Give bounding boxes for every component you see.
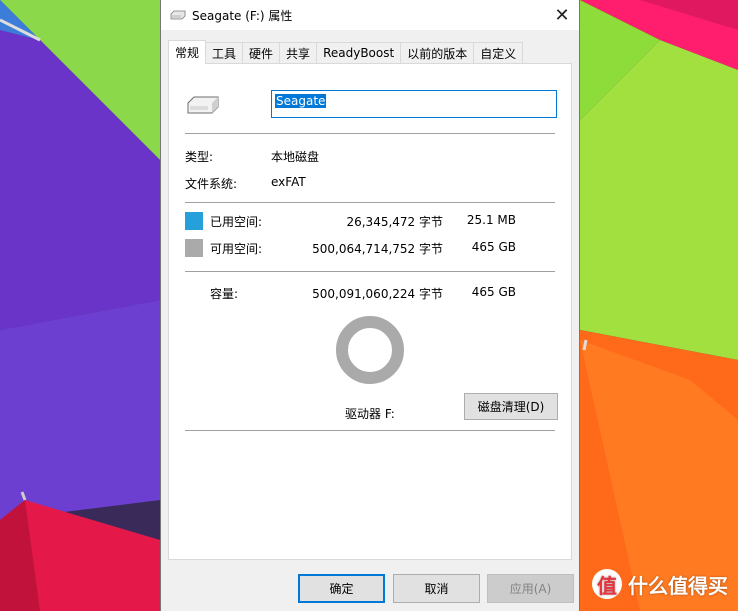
tab-general[interactable]: 常规: [168, 40, 207, 64]
tab-readyboost[interactable]: ReadyBoost: [316, 42, 402, 63]
watermark: 值 什么值得买: [592, 569, 728, 599]
used-space-size: 25.1 MB: [466, 213, 516, 227]
tab-strip: 常规 工具 硬件 共享 ReadyBoost 以前的版本 自定义: [168, 40, 524, 64]
filesystem-value: exFAT: [271, 175, 306, 189]
cancel-button[interactable]: 取消: [393, 574, 480, 603]
tab-customize[interactable]: 自定义: [473, 42, 524, 63]
tab-sharing[interactable]: 共享: [279, 42, 318, 63]
divider: [185, 271, 555, 272]
apply-button[interactable]: 应用(A): [487, 574, 574, 603]
drive-letter-label: 驱动器 F:: [345, 407, 395, 421]
volume-name-text: Seagate: [275, 94, 327, 108]
divider: [185, 430, 555, 431]
used-space-swatch: [185, 212, 203, 230]
divider: [185, 133, 555, 134]
disk-cleanup-button[interactable]: 磁盘清理(D): [464, 393, 558, 420]
general-tab-panel: Seagate 类型: 本地磁盘 文件系统: exFAT 已用空间: 26,34…: [168, 63, 572, 560]
watermark-text: 什么值得买: [628, 573, 728, 598]
free-space-swatch: [185, 239, 203, 257]
tab-previous-versions[interactable]: 以前的版本: [400, 42, 475, 63]
free-space-arc: [336, 316, 404, 384]
capacity-label: 容量:: [210, 287, 239, 301]
tab-hardware[interactable]: 硬件: [242, 42, 281, 63]
free-space-size: 465 GB: [471, 240, 516, 254]
tab-tools[interactable]: 工具: [205, 42, 244, 63]
close-icon: ✕: [554, 4, 570, 26]
properties-dialog: Seagate (F:) 属性 ✕ 常规 工具 硬件 共享 ReadyBoost…: [160, 0, 580, 611]
capacity-size: 465 GB: [471, 285, 516, 299]
volume-name-input[interactable]: Seagate: [271, 90, 557, 118]
title-bar[interactable]: Seagate (F:) 属性 ✕: [161, 0, 579, 30]
filesystem-label: 文件系统:: [185, 177, 238, 191]
drive-icon: [187, 96, 219, 114]
close-button[interactable]: ✕: [545, 0, 579, 30]
free-space-label: 可用空间:: [210, 242, 263, 256]
window-title: Seagate (F:) 属性: [192, 8, 293, 23]
capacity-bytes: 500,091,060,224 字节: [312, 287, 443, 301]
used-space-label: 已用空间:: [210, 215, 263, 229]
free-space-bytes: 500,064,714,752 字节: [312, 242, 443, 256]
type-value: 本地磁盘: [271, 150, 320, 164]
divider: [185, 202, 555, 203]
type-label: 类型:: [185, 150, 214, 164]
used-space-bytes: 26,345,472 字节: [346, 215, 443, 229]
ok-button[interactable]: 确定: [298, 574, 385, 603]
watermark-logo-icon: 值: [592, 569, 622, 599]
drive-icon: [170, 10, 186, 20]
disk-usage-ring: [336, 316, 404, 384]
